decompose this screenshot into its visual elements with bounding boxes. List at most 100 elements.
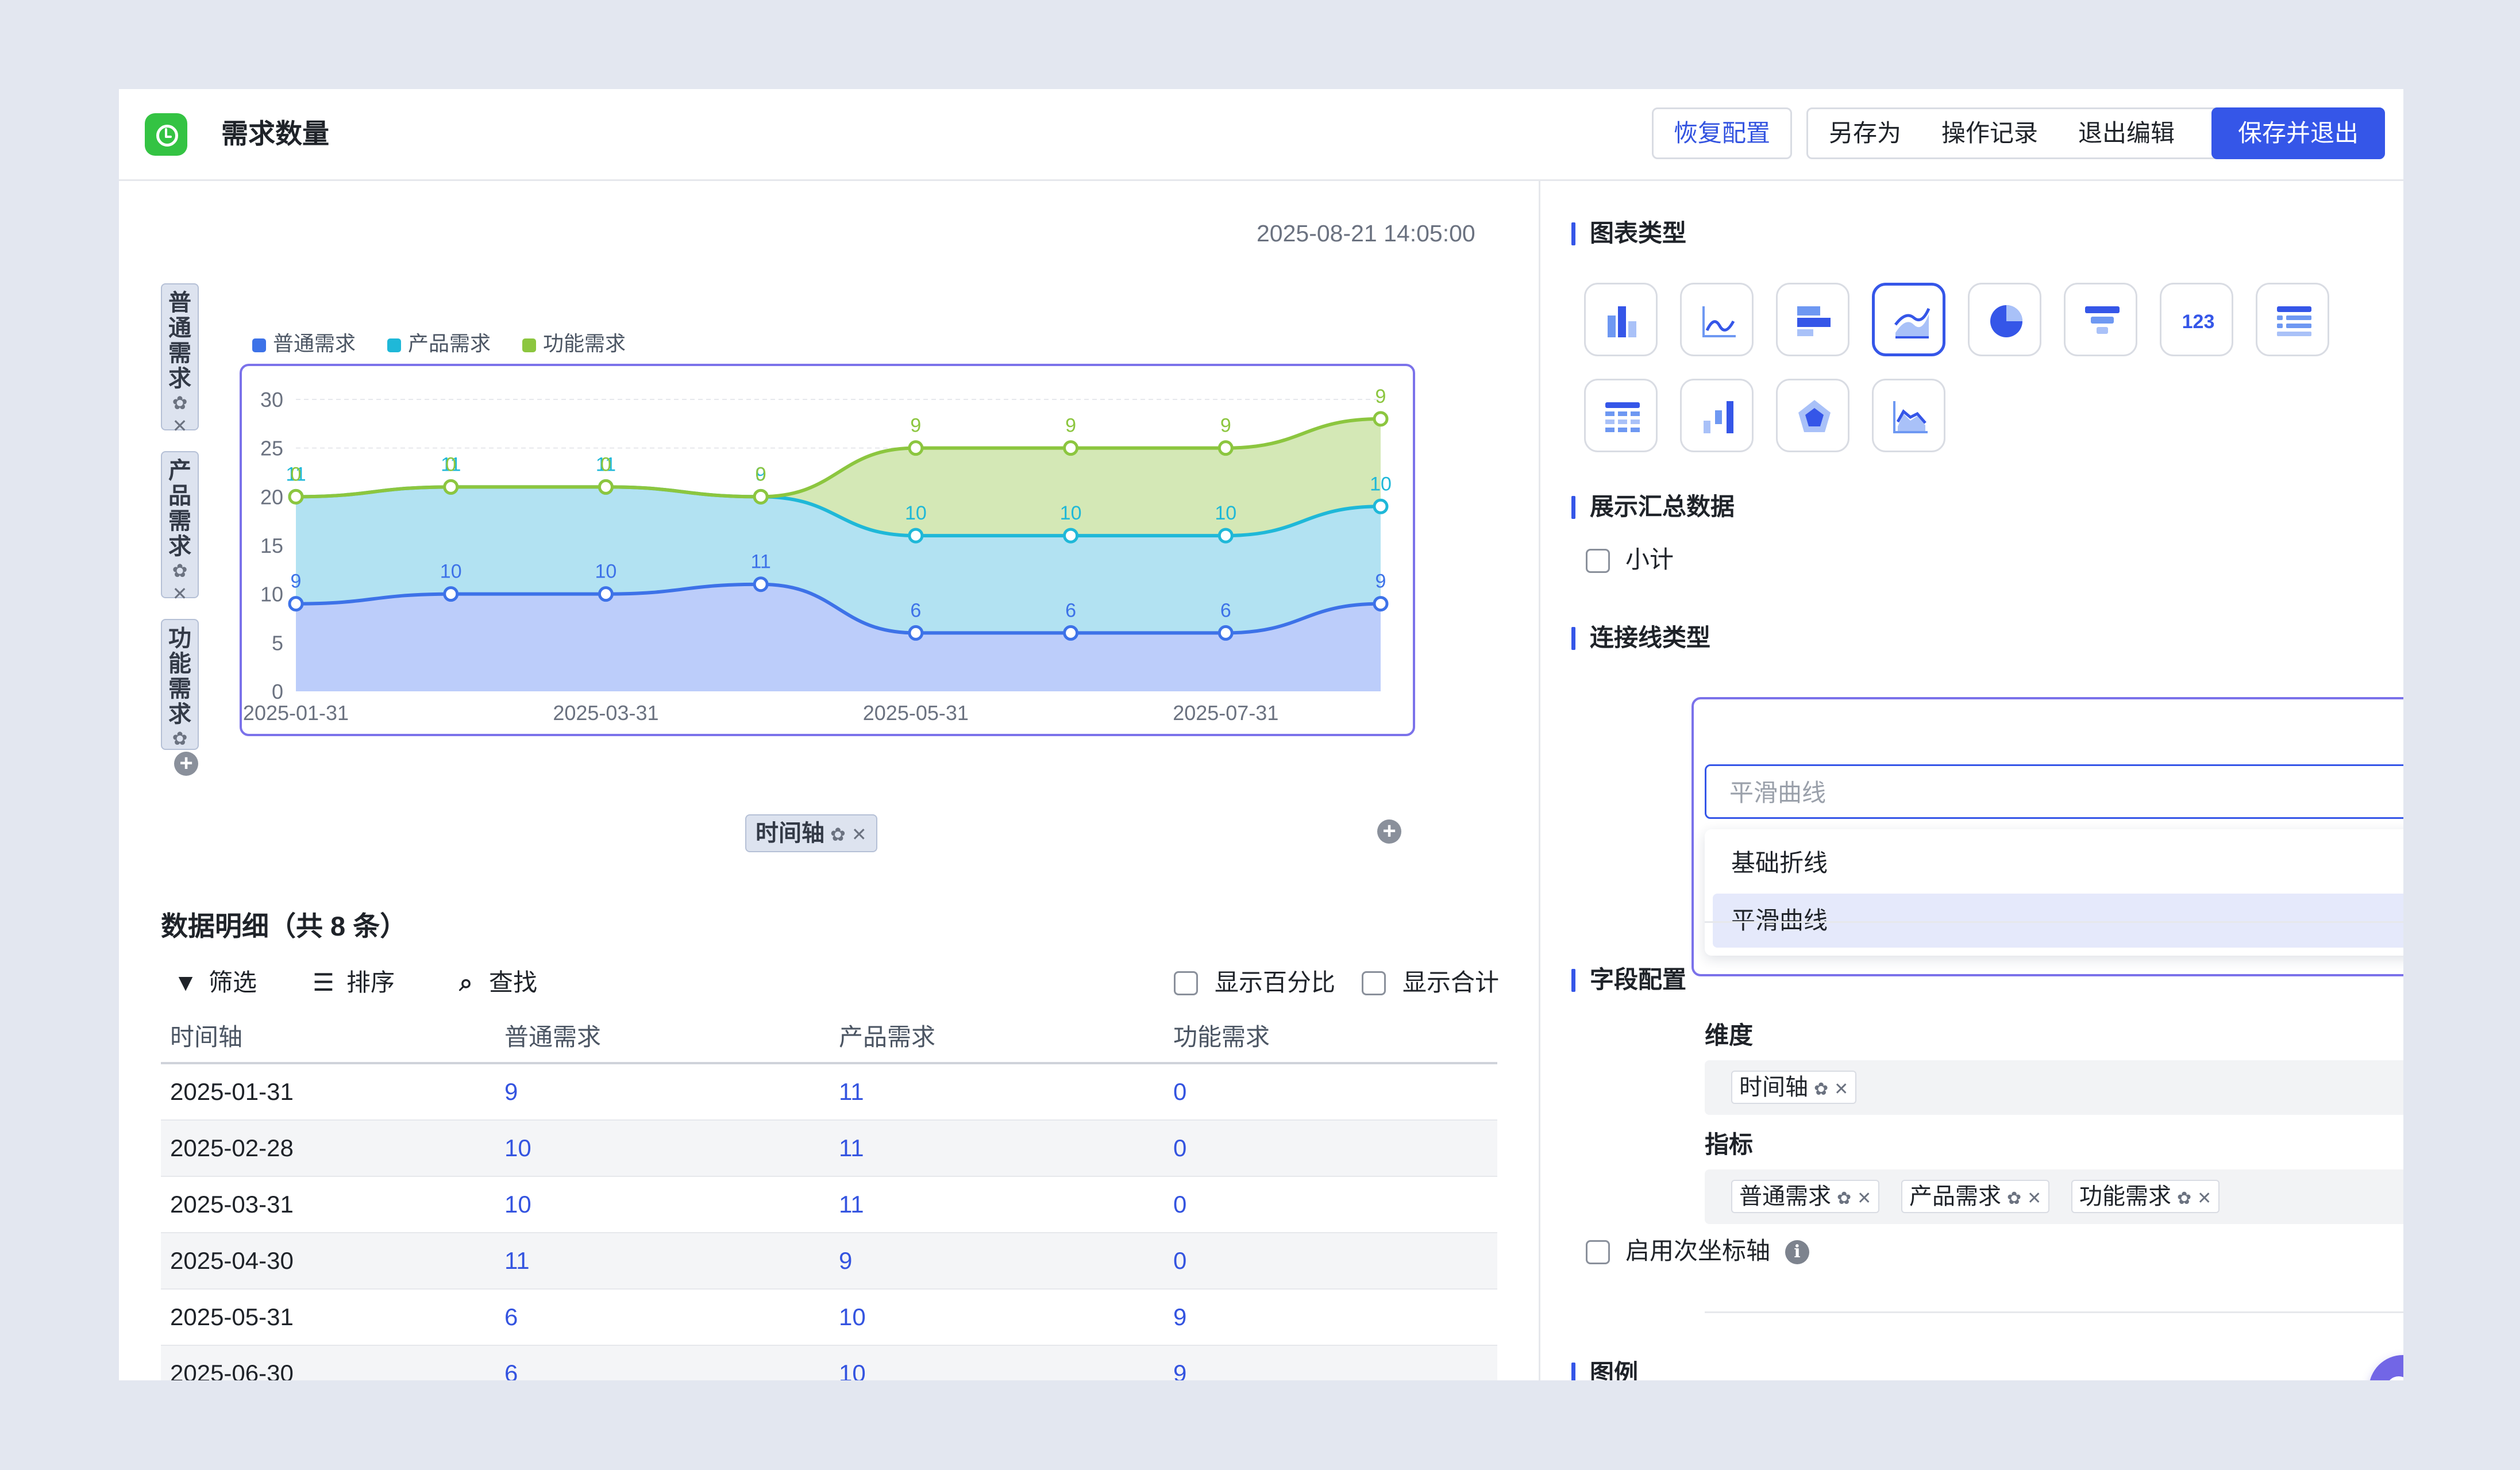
cell-value[interactable]: 6	[495, 1345, 830, 1380]
pie-chart-type-button[interactable]	[1968, 283, 2041, 356]
filter-label: 筛选	[209, 969, 257, 996]
exit-edit-button[interactable]: 退出编辑	[2078, 109, 2175, 157]
find-button[interactable]: ⌕ 查找	[452, 968, 537, 997]
list-type-button[interactable]	[2256, 283, 2329, 356]
funnel-type-button[interactable]	[2064, 283, 2137, 356]
cell-value[interactable]: 0	[1164, 1176, 1497, 1233]
gear-icon[interactable]: ✿	[830, 824, 846, 845]
y-field-chip-0[interactable]: 普通需求 ✿ ✕	[161, 283, 199, 436]
metric-drop-zone[interactable]: 普通需求 ✿ ✕ 产品需求 ✿ ✕ 功能需求 ✿ ✕	[1705, 1169, 2403, 1224]
data-point	[908, 625, 924, 641]
cell-value[interactable]: 11	[830, 1120, 1164, 1177]
y-field-chip-1[interactable]: 产品需求 ✿ ✕	[161, 451, 199, 604]
radar-type-button[interactable]	[1776, 379, 1849, 452]
area-chart-type-button[interactable]	[1872, 283, 1945, 356]
column-header[interactable]: 功能需求	[1164, 1009, 1497, 1064]
close-icon[interactable]: ✕	[851, 824, 867, 845]
cell-value[interactable]: 10	[830, 1289, 1164, 1346]
gear-icon[interactable]: ✿	[162, 391, 198, 414]
data-label: 10	[595, 561, 617, 583]
cell-value[interactable]: 11	[830, 1063, 1164, 1121]
close-icon[interactable]: ✕	[1857, 1189, 1871, 1208]
info-icon[interactable]: i	[1785, 1240, 1809, 1264]
cell-value[interactable]: 11	[830, 1176, 1164, 1233]
dimension-tag[interactable]: 时间轴 ✿ ✕	[1731, 1071, 1857, 1104]
x-tick-label: 2025-07-31	[1173, 701, 1278, 725]
line-type-option-basic[interactable]: 基础折线	[1713, 836, 2403, 890]
line-type-option-smooth[interactable]: 平滑曲线	[1713, 894, 2403, 948]
filter-button[interactable]: ▼ 筛选	[172, 968, 257, 997]
save-as-button[interactable]: 另存为	[1829, 109, 1901, 157]
y-tick-label: 5	[272, 631, 283, 655]
legend-item-1[interactable]: 产品需求	[387, 327, 491, 357]
secondary-axis-checkbox[interactable]	[1586, 1240, 1610, 1264]
gear-icon[interactable]: ✿	[2007, 1189, 2021, 1208]
restore-config-button[interactable]: 恢复配置	[1652, 107, 1792, 159]
close-icon[interactable]: ✕	[162, 414, 198, 437]
table-row: 2025-05-31 6 10 9	[161, 1289, 1497, 1346]
save-exit-button[interactable]: 保存并退出	[2211, 107, 2385, 159]
y-tick-label: 10	[260, 583, 283, 606]
stacked-area-chart: 0510152025309 10 10 116 6 6911 11 11 910 10 10100 0…	[243, 386, 1392, 725]
field-config-title: 字段配置	[1571, 966, 1687, 993]
cell-value[interactable]: 9	[1164, 1345, 1497, 1380]
horizontal-bar-type-button[interactable]	[1776, 283, 1849, 356]
filter-icon: ▼	[174, 969, 198, 996]
data-point	[1217, 625, 1234, 641]
sort-button[interactable]: ☰ 排序	[310, 968, 395, 997]
cell-value[interactable]: 11	[495, 1233, 830, 1290]
cell-value[interactable]: 10	[495, 1176, 830, 1233]
cell-value[interactable]: 9	[1164, 1289, 1497, 1346]
gear-icon[interactable]: ✿	[1837, 1189, 1851, 1208]
combo-chart-type-button[interactable]	[1872, 379, 1945, 452]
close-icon[interactable]: ✕	[162, 582, 198, 605]
add-x-field-icon[interactable]: +	[1377, 819, 1401, 844]
column-header[interactable]: 产品需求	[830, 1009, 1164, 1064]
waterfall-type-button[interactable]	[1680, 379, 1754, 452]
cell-value[interactable]: 10	[495, 1120, 830, 1177]
table-type-button[interactable]	[1584, 379, 1658, 452]
legend-item-2[interactable]: 功能需求	[522, 327, 626, 357]
close-icon[interactable]: ✕	[1834, 1080, 1848, 1099]
legend-item-0[interactable]: 普通需求	[252, 327, 356, 357]
data-table: 时间轴 普通需求 产品需求 功能需求 2025-01-31 9 11 0 202…	[161, 1009, 1497, 1380]
add-y-field-icon[interactable]: +	[174, 752, 198, 776]
cell-value[interactable]: 0	[1164, 1063, 1497, 1121]
bar-chart-type-button[interactable]	[1584, 283, 1658, 356]
data-point	[598, 586, 614, 602]
number-card-type-button[interactable]: 123	[2160, 283, 2233, 356]
gear-icon[interactable]: ✿	[162, 559, 198, 582]
gear-icon[interactable]: ✿	[1814, 1080, 1828, 1099]
x-field-chip[interactable]: 时间轴 ✿ ✕	[745, 814, 877, 852]
cell-value[interactable]: 10	[830, 1345, 1164, 1380]
column-header[interactable]: 普通需求	[495, 1009, 830, 1064]
chart-area[interactable]: 0 5 10 15 20 25 30 9 10 10 11 6 6 6 9 11 11 11 9 10 10 10 10 0 0…	[240, 364, 1415, 736]
legend-title: 图例	[1571, 1359, 1638, 1380]
show-percent-checkbox[interactable]	[1174, 971, 1198, 995]
cell-value[interactable]: 9	[830, 1233, 1164, 1290]
help-button[interactable]: ? 帮助	[2369, 1355, 2403, 1380]
dimension-drop-zone[interactable]: 时间轴 ✿ ✕	[1705, 1060, 2403, 1115]
cell-value[interactable]: 0	[1164, 1233, 1497, 1290]
data-point	[1063, 625, 1079, 641]
cell-value[interactable]: 9	[495, 1063, 830, 1121]
y-field-chip-2[interactable]: 功能需求 ✿	[161, 619, 199, 750]
cell-value[interactable]: 0	[1164, 1120, 1497, 1177]
cell-value[interactable]: 6	[495, 1289, 830, 1346]
table-header-row: 时间轴 普通需求 产品需求 功能需求	[161, 1009, 1497, 1064]
gear-icon[interactable]: ✿	[2177, 1189, 2191, 1208]
gear-icon[interactable]: ✿	[162, 727, 198, 750]
metric-tag[interactable]: 产品需求 ✿ ✕	[1901, 1180, 2050, 1213]
metric-tag[interactable]: 功能需求 ✿ ✕	[2071, 1180, 2220, 1213]
column-header[interactable]: 时间轴	[161, 1009, 495, 1064]
line-chart-type-button[interactable]	[1680, 283, 1754, 356]
y-field-label: 功能需求	[168, 626, 191, 727]
metric-tag[interactable]: 普通需求 ✿ ✕	[1731, 1180, 1880, 1213]
line-type-select[interactable]: 平滑曲线	[1705, 764, 2403, 819]
show-total-checkbox[interactable]	[1362, 971, 1386, 995]
close-icon[interactable]: ✕	[2027, 1189, 2041, 1208]
subtotal-checkbox[interactable]	[1586, 549, 1610, 573]
close-icon[interactable]: ✕	[2197, 1189, 2211, 1208]
history-button[interactable]: 操作记录	[1941, 109, 2038, 157]
y-field-label: 普通需求	[168, 290, 191, 391]
